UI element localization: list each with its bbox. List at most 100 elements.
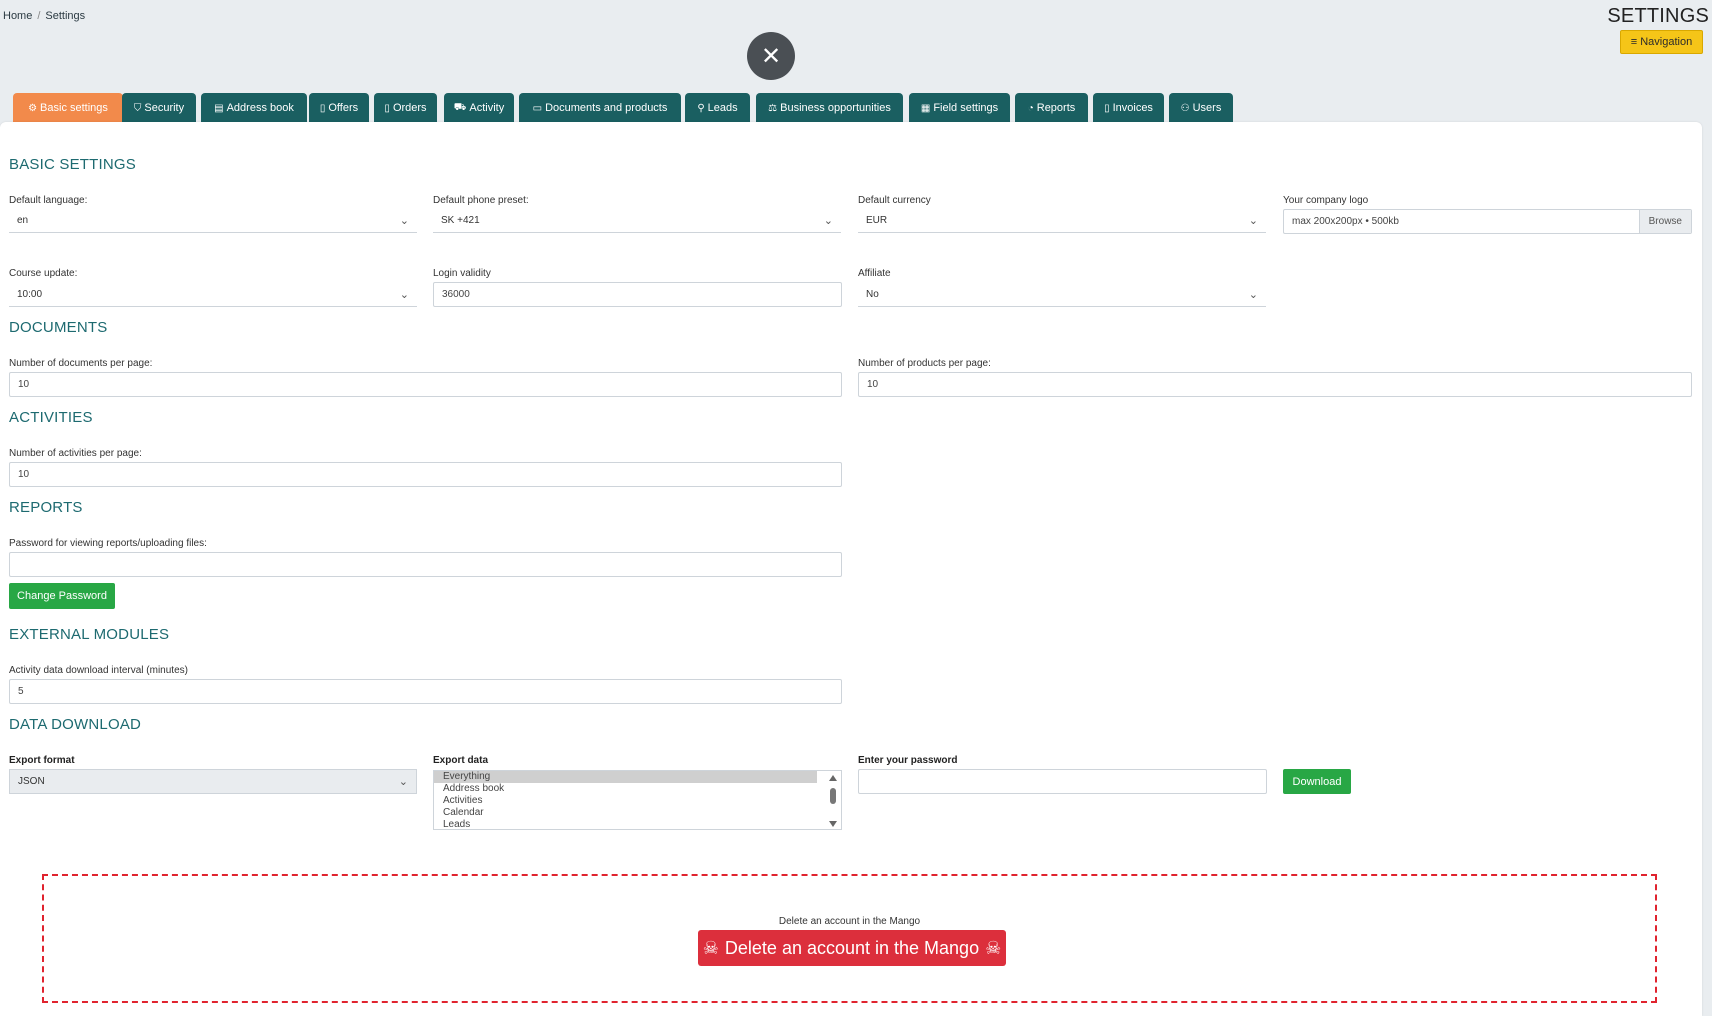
section-title-reports: REPORTS: [9, 499, 83, 516]
documents-per-page-label: Number of documents per page:: [9, 358, 153, 369]
affiliate-select[interactable]: No ⌄: [858, 282, 1266, 307]
tab-address-book[interactable]: ▤ Address book: [201, 93, 307, 123]
breadcrumb: Home / Settings: [3, 10, 85, 22]
address-card-icon: ▤: [214, 102, 224, 114]
section-title-basic-settings: BASIC SETTINGS: [9, 156, 136, 173]
login-validity-label: Login validity: [433, 268, 491, 279]
tab-invoices[interactable]: ▯ Invoices: [1093, 93, 1164, 123]
default-language-label: Default language:: [9, 195, 88, 206]
tab-label: Reports: [1036, 102, 1076, 114]
select-value: en: [17, 214, 29, 226]
documents-per-page-input[interactable]: 10: [9, 372, 842, 397]
tab-users[interactable]: ⚇ Users: [1169, 93, 1233, 123]
tab-documents-and-products[interactable]: ▭ Documents and products: [519, 93, 681, 123]
skull-crossbones-icon: ☠: [702, 937, 719, 958]
scrollbar-thumb[interactable]: [830, 788, 836, 804]
login-validity-input[interactable]: 36000: [433, 282, 842, 307]
tab-label: Orders: [392, 102, 427, 114]
tab-activity[interactable]: ⛟ Activity: [444, 93, 514, 123]
delete-account-button-label: Delete an account in the Mango: [724, 937, 980, 958]
users-icon: ⚇: [1180, 102, 1190, 114]
close-icon: ✕: [760, 42, 782, 70]
select-value: No: [866, 288, 879, 300]
delete-account-button[interactable]: ☠ Delete an account in the Mango ☠: [698, 930, 1006, 966]
select-value: 10:00: [17, 288, 43, 300]
listbox-option-address-book[interactable]: Address book: [434, 783, 817, 795]
tab-leads[interactable]: ⚲ Leads: [685, 93, 750, 123]
tab-label: Leads: [707, 102, 738, 114]
tab-label: Offers: [328, 102, 359, 114]
gears-icon: ⚙: [28, 102, 38, 114]
change-password-button[interactable]: Change Password: [9, 583, 115, 609]
course-update-label: Course update:: [9, 268, 78, 279]
listbox-option-activities[interactable]: Activities: [434, 795, 817, 807]
chevron-down-icon: ⌄: [399, 214, 409, 227]
page-title: SETTINGS: [1607, 5, 1709, 27]
export-format-label: Export format: [9, 755, 75, 766]
tab-label: Invoices: [1112, 102, 1153, 114]
tab-label: Activity: [469, 102, 505, 114]
navigation-button-label: Navigation: [1640, 36, 1693, 48]
activity-download-interval-input[interactable]: 5: [9, 679, 842, 704]
tab-orders[interactable]: ▯ Orders: [374, 93, 437, 123]
export-data-listbox[interactable]: Everything Address book Activities Calen…: [433, 770, 842, 830]
listbox-option-calendar[interactable]: Calendar: [434, 807, 817, 819]
export-format-select[interactable]: JSON ⌄: [9, 769, 417, 794]
hamburger-icon: ≡: [1630, 36, 1638, 48]
scroll-up-arrow-icon[interactable]: [829, 775, 837, 781]
default-language-select[interactable]: en ⌄: [9, 208, 417, 233]
tab-field-settings[interactable]: ▦ Field settings: [909, 93, 1010, 123]
navigation-button[interactable]: ≡ Navigation: [1620, 30, 1703, 54]
company-logo-file-input[interactable]: max 200x200px • 500kb Browse: [1283, 209, 1692, 234]
tab-security[interactable]: ⛉ Security: [122, 93, 196, 123]
tab-basic-settings[interactable]: ⚙ Basic settings: [13, 93, 123, 123]
file-icon: ▯: [1104, 102, 1110, 114]
tab-business-opportunities[interactable]: ⚖ Business opportunities: [756, 93, 903, 123]
scale-icon: ⚖: [768, 102, 778, 114]
delete-account-zone: Delete an account in the Mango ☠ Delete …: [42, 874, 1657, 1003]
tab-offers[interactable]: ▯ Offers: [309, 93, 369, 123]
listbox-option-everything[interactable]: Everything: [434, 771, 817, 783]
default-phone-preset-label: Default phone preset:: [433, 195, 529, 206]
select-value: SK +421: [441, 214, 480, 226]
reports-password-input[interactable]: [9, 552, 842, 577]
activity-download-interval-label: Activity data download interval (minutes…: [9, 665, 188, 676]
activities-per-page-input[interactable]: 10: [9, 462, 842, 487]
breadcrumb-current: Settings: [45, 10, 86, 22]
pie-chart-icon: ◔: [1027, 102, 1034, 114]
folder-icon: ▭: [532, 102, 543, 114]
chevron-down-icon: ⌄: [398, 776, 408, 788]
default-currency-select[interactable]: EUR ⌄: [858, 208, 1266, 233]
affiliate-label: Affiliate: [858, 268, 891, 279]
breadcrumb-separator: /: [37, 10, 41, 22]
shield-icon: ⛉: [133, 102, 142, 114]
close-button[interactable]: ✕: [747, 32, 795, 80]
browse-button[interactable]: Browse: [1638, 210, 1691, 233]
delete-account-caption: Delete an account in the Mango: [778, 916, 921, 927]
tab-label: Users: [1192, 102, 1222, 114]
enter-password-label: Enter your password: [858, 755, 958, 766]
funnel-icon: ⚲: [697, 102, 705, 114]
breadcrumb-home-link[interactable]: Home: [3, 10, 32, 22]
chevron-down-icon: ⌄: [399, 288, 409, 301]
tab-label: Basic settings: [40, 102, 108, 114]
listbox-scrollbar[interactable]: [827, 773, 839, 829]
file-input-placeholder: max 200x200px • 500kb: [1292, 216, 1399, 227]
company-logo-label: Your company logo: [1283, 195, 1369, 206]
download-button[interactable]: Download: [1283, 769, 1351, 794]
truck-icon: ⛟: [453, 101, 467, 113]
select-value: JSON: [18, 776, 45, 787]
section-title-documents: DOCUMENTS: [9, 319, 108, 336]
tab-label: Documents and products: [545, 102, 668, 114]
scroll-down-arrow-icon[interactable]: [829, 821, 837, 827]
section-title-data-download: DATA DOWNLOAD: [9, 716, 142, 733]
download-password-input[interactable]: [858, 769, 1267, 794]
skull-crossbones-icon: ☠: [985, 937, 1002, 958]
chevron-down-icon: ⌄: [1248, 288, 1258, 301]
products-per-page-input[interactable]: 10: [858, 372, 1692, 397]
tab-reports[interactable]: ◔ Reports: [1015, 93, 1088, 123]
course-update-select[interactable]: 10:00 ⌄: [9, 282, 417, 307]
default-phone-preset-select[interactable]: SK +421 ⌄: [433, 208, 841, 233]
chevron-down-icon: ⌄: [823, 214, 833, 227]
listbox-option-leads[interactable]: Leads: [434, 819, 817, 829]
